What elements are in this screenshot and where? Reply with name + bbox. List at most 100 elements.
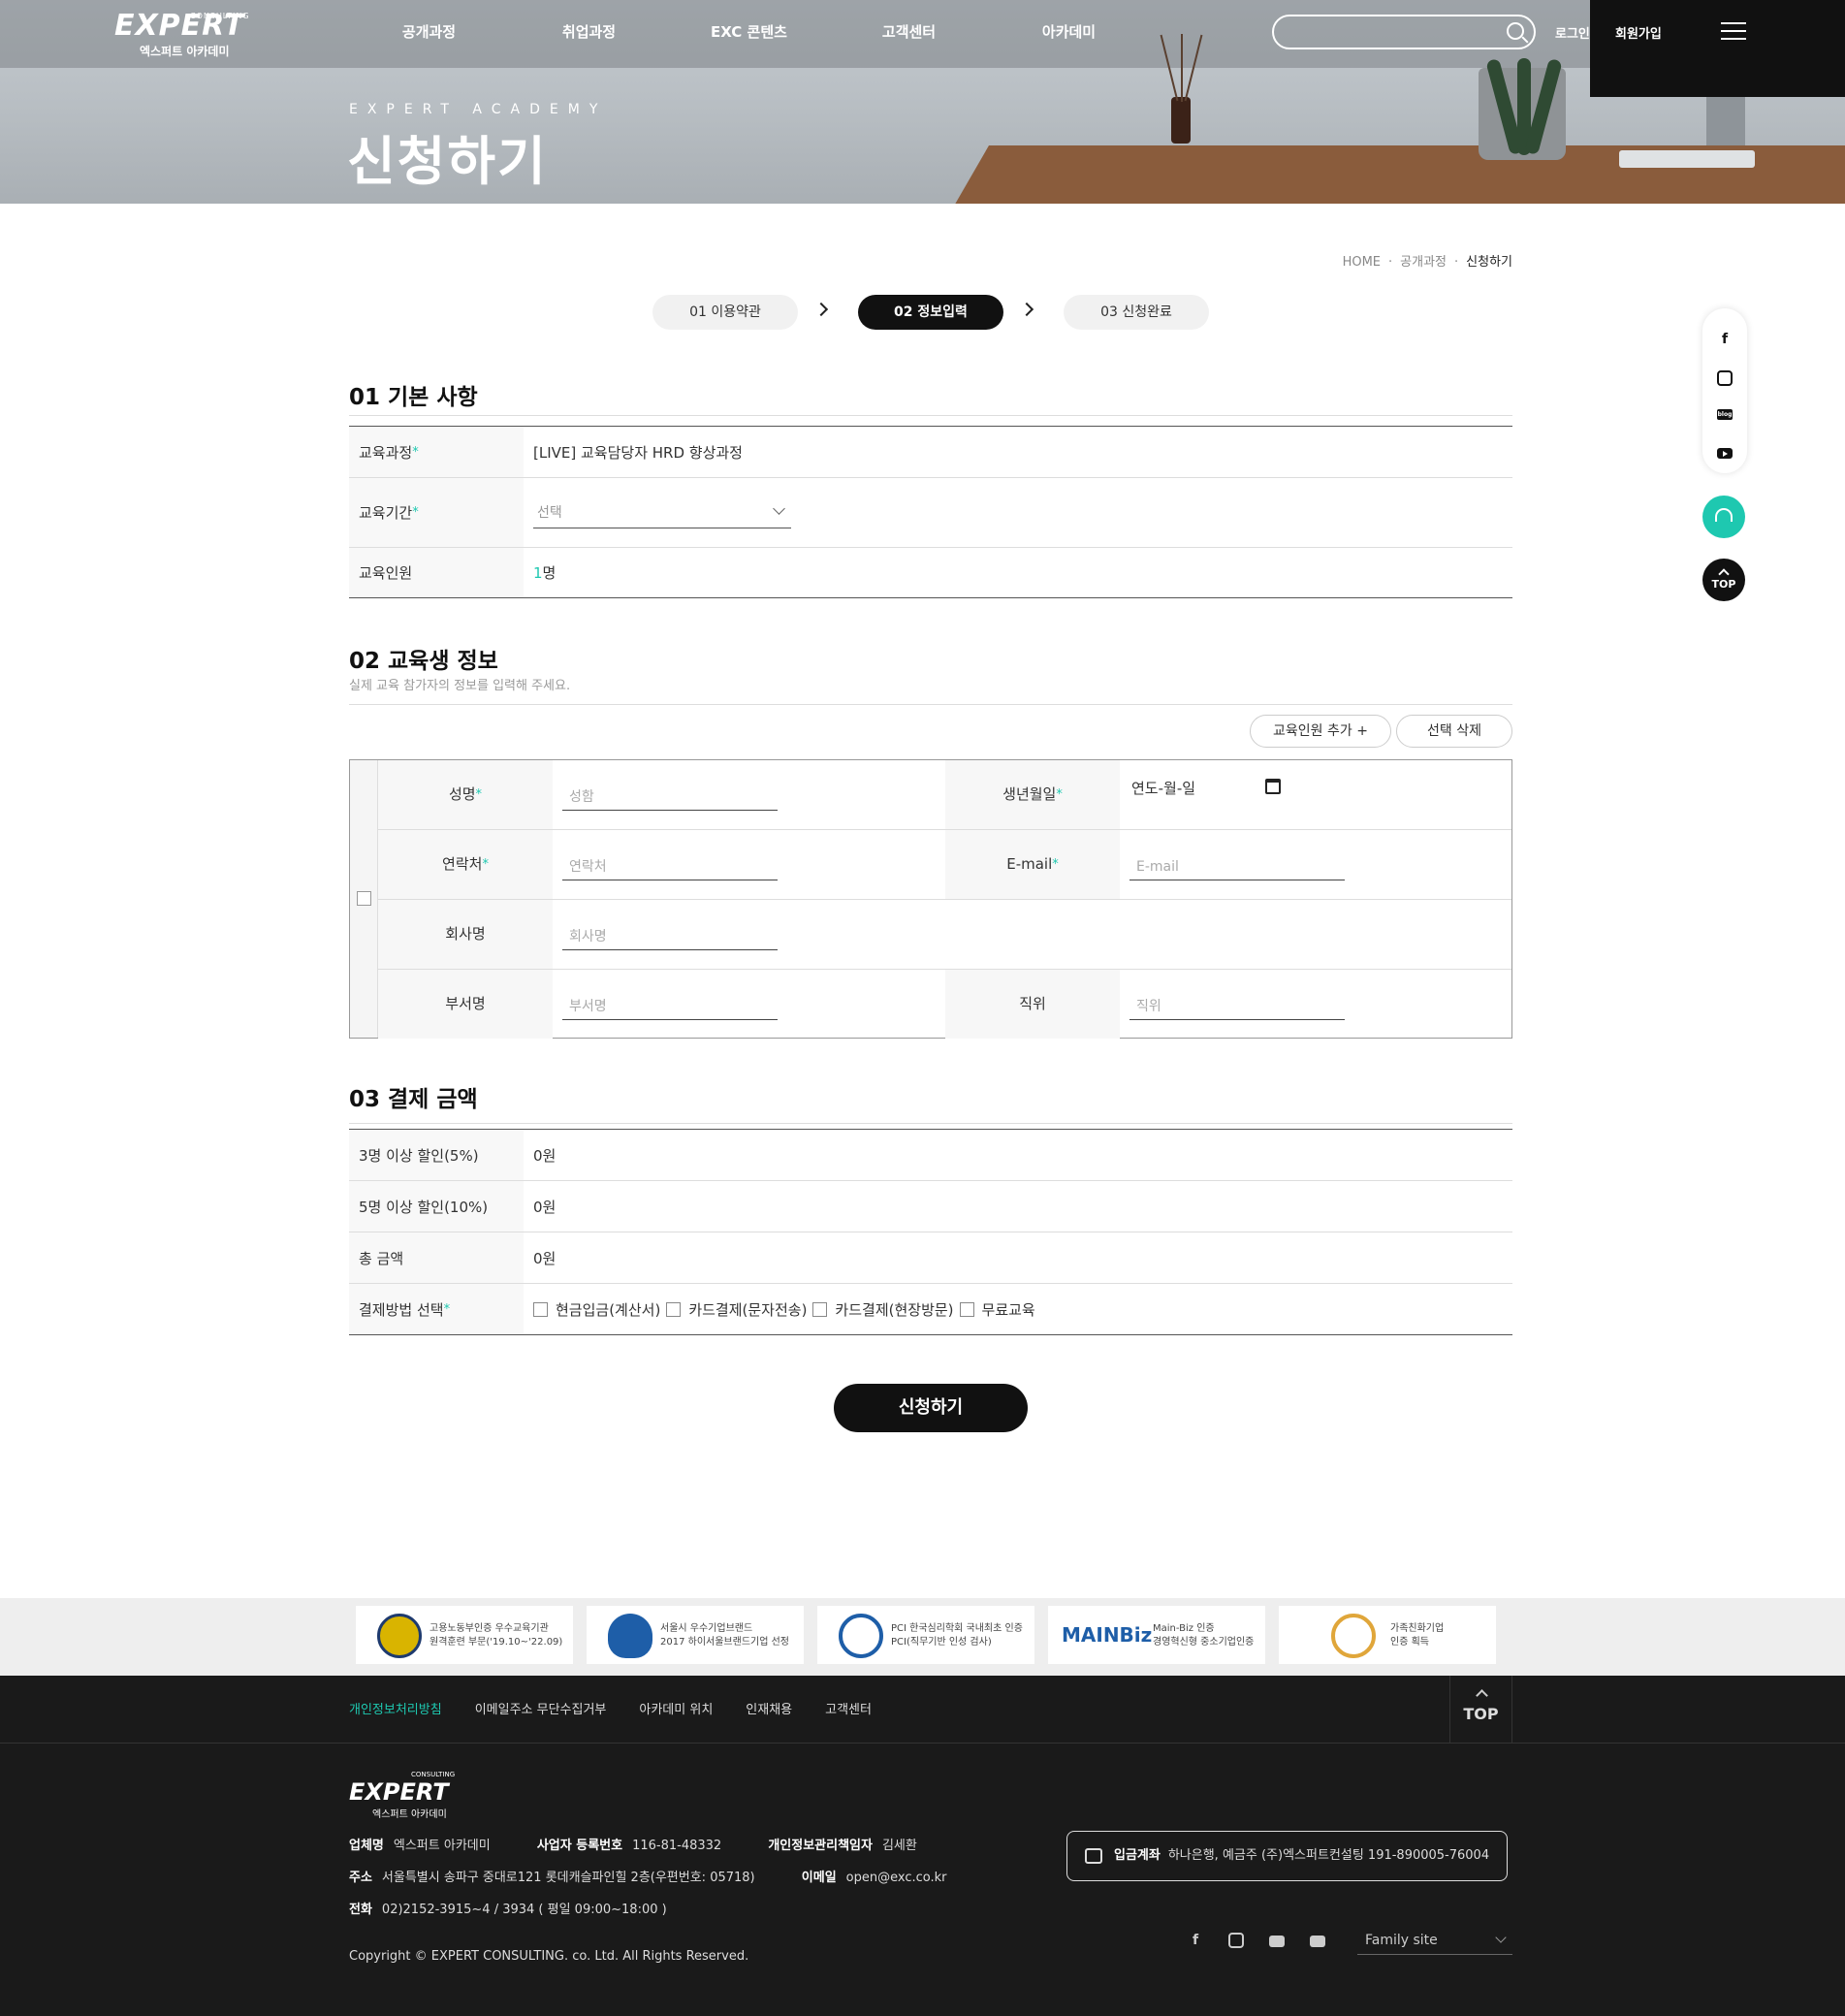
position-field[interactable]: 직위	[1129, 993, 1345, 1020]
payment-method-label: 결제방법 선택 *	[349, 1284, 524, 1334]
breadcrumb-public-course[interactable]: 공개과정	[1400, 255, 1447, 270]
table-row: 교육인원 1명	[349, 548, 1512, 598]
family-site-select[interactable]: Family site	[1357, 1926, 1512, 1955]
family-friendly-icon	[1331, 1614, 1376, 1658]
footer-top-button[interactable]: TOP	[1449, 1676, 1512, 1743]
name-field[interactable]: 성함	[562, 784, 778, 811]
nav-item-customer-center[interactable]: 고객센터	[829, 21, 989, 42]
nav-item-academy[interactable]: 아카데미	[989, 21, 1149, 42]
cert-text: 가족친화기업 인증 획득	[1390, 1623, 1445, 1648]
payment-table: 3명 이상 할인(5%) 0원 5명 이상 할인(10%) 0원 총 금액 0원…	[349, 1130, 1512, 1335]
table-row: 5명 이상 할인(10%) 0원	[349, 1181, 1512, 1232]
period-select[interactable]: 선택	[533, 496, 791, 528]
address-line: 주소 서울특별시 송파구 중대로121 롯데캐슬파인힐 2층(우편번호: 0571…	[349, 1871, 947, 1885]
nav-item-job-course[interactable]: 취업과정	[509, 21, 669, 42]
monitor-image	[1590, 0, 1845, 97]
footer-link-email-refuse[interactable]: 이메일주소 무단수집거부	[475, 1699, 607, 1717]
mainbiz-logo: MAINBiz	[1062, 1623, 1153, 1647]
checkbox-free[interactable]	[959, 1301, 974, 1317]
total-value: 0원	[533, 1249, 557, 1267]
instagram-icon[interactable]	[1717, 370, 1733, 386]
monitor-stand	[1706, 97, 1745, 145]
calendar-icon[interactable]	[1265, 779, 1281, 794]
period-label: 교육기간 *	[349, 478, 524, 547]
position-label: 직위	[945, 970, 1120, 1039]
quick-menu: f blog	[1702, 308, 1747, 473]
site-logo[interactable]: CONSULTING EXPERT 엑스퍼트 아카데미	[114, 12, 260, 62]
table-row: 회사명 회사명	[378, 900, 1511, 970]
cert-item: 고용노동부인증 우수교육기관 원격훈련 부문('19.10~'22.09)	[356, 1606, 573, 1664]
section-title-payment: 03 결제 금액	[349, 1087, 478, 1112]
email-field[interactable]: E-mail	[1129, 853, 1345, 880]
nav-item-public-course[interactable]: 공개과정	[349, 21, 509, 42]
menu-icon[interactable]	[1721, 22, 1746, 40]
option-card-sms[interactable]: 카드결제(문자전송)	[688, 1299, 807, 1320]
company-info-line: 업체명 엑스퍼트 아카데미 사업자 등록번호 116-81-48332 개인정보관리…	[349, 1839, 917, 1853]
checkbox-card-onsite[interactable]	[812, 1301, 828, 1317]
divider	[349, 1123, 1512, 1124]
page-title: 신청하기	[347, 131, 548, 192]
chevron-down-icon	[1495, 1932, 1507, 1943]
blog-icon[interactable]: blog	[1717, 409, 1733, 420]
breadcrumb-home[interactable]: HOME	[1343, 255, 1381, 270]
option-card-onsite[interactable]: 카드결제(현장방문)	[835, 1299, 953, 1320]
breadcrumb: HOME · 공개과정 · 신청하기	[1342, 255, 1512, 270]
dept-field[interactable]: 부서명	[562, 993, 778, 1020]
total-label: 총 금액	[349, 1232, 524, 1283]
pci-badge-icon	[839, 1614, 883, 1658]
option-free[interactable]: 무료교육	[982, 1299, 1035, 1320]
cert-text: 서울시 우수기업브랜드 2017 하이서울브랜드기업 선정	[660, 1623, 790, 1648]
headset-icon[interactable]	[1702, 496, 1745, 538]
company-field[interactable]: 회사명	[562, 923, 778, 950]
add-student-button[interactable]: 교육인원 추가 +	[1250, 715, 1391, 748]
search-input[interactable]	[1272, 15, 1536, 49]
join-link[interactable]: 회원가입	[1615, 23, 1662, 42]
footer-link-privacy[interactable]: 개인정보처리방침	[349, 1699, 442, 1717]
footer-link-customer-center[interactable]: 고객센터	[825, 1699, 872, 1717]
main-nav: 공개과정 취업과정 EXC 콘텐츠 고객센터 아카데미	[349, 21, 1149, 42]
footer-logo: CONSULTING EXPERT 엑스퍼트 아카데미	[349, 1771, 456, 1820]
section-title-student: 02 교육생 정보	[349, 649, 498, 674]
submit-button[interactable]: 신청하기	[834, 1384, 1028, 1432]
breadcrumb-current: 신청하기	[1466, 255, 1512, 270]
email-label: E-mail*	[945, 830, 1120, 899]
facebook-icon[interactable]: f	[1717, 332, 1733, 347]
phone-field[interactable]: 연락처	[562, 853, 778, 880]
hero-banner: CONSULTING EXPERT 엑스퍼트 아카데미 공개과정 취업과정 EX…	[0, 0, 1845, 204]
scroll-top-button[interactable]: TOP	[1702, 559, 1745, 601]
nav-item-exc-content[interactable]: EXC 콘텐츠	[669, 21, 829, 42]
cert-text: PCI 한국심리학회 국내최초 인증 PCI(직무기반 인성 검사)	[891, 1623, 1023, 1648]
name-label: 성명*	[378, 760, 553, 829]
cert-text: 고용노동부인증 우수교육기관 원격훈련 부문('19.10~'22.09)	[429, 1623, 563, 1648]
step-complete: 03 신청완료	[1064, 295, 1209, 330]
youtube-icon[interactable]	[1310, 1936, 1325, 1947]
divider	[349, 415, 1512, 416]
checkbox-card-sms[interactable]	[666, 1301, 682, 1317]
checkbox-cash[interactable]	[533, 1301, 548, 1317]
dept-label: 부서명	[378, 970, 553, 1039]
section-title-basic: 01 기본 사항	[349, 385, 478, 410]
student-checkbox[interactable]	[357, 891, 371, 906]
option-cash[interactable]: 현금입금(계산서)	[556, 1299, 660, 1320]
footer-link-location[interactable]: 아카데미 위치	[639, 1699, 713, 1717]
chevron-right-icon	[813, 302, 829, 317]
chevron-down-icon	[773, 502, 785, 515]
chevron-right-icon	[1019, 302, 1034, 317]
youtube-icon[interactable]	[1717, 448, 1733, 459]
footer-link-recruit[interactable]: 인재채용	[746, 1699, 792, 1717]
search-icon[interactable]	[1507, 22, 1524, 40]
table-row: 교육과정 * [LIVE] 교육담당자 HRD 향상과정	[349, 427, 1512, 478]
keyboard-image	[1619, 150, 1755, 168]
payment-method-options: 현금입금(계산서) 카드결제(문자전송) 카드결제(현장방문) 무료교육	[524, 1299, 1512, 1320]
table-row: 결제방법 선택 * 현금입금(계산서) 카드결제(문자전송) 카드결제(현장방문)…	[349, 1284, 1512, 1335]
divider	[0, 1743, 1845, 1744]
bank-account-box: 입금계좌 하나은행, 예금주 (주)엑스퍼트컨설팅 191-890005-7600…	[1066, 1831, 1508, 1881]
headcount-label: 교육인원	[349, 548, 524, 597]
delete-selected-button[interactable]: 선택 삭제	[1396, 715, 1512, 748]
login-link[interactable]: 로그인	[1555, 23, 1590, 42]
instagram-icon[interactable]	[1228, 1933, 1244, 1948]
blog-icon[interactable]	[1269, 1936, 1285, 1947]
birth-date-field[interactable]: 연도-월-일	[1131, 778, 1195, 798]
cert-item: 서울시 우수기업브랜드 2017 하이서울브랜드기업 선정	[587, 1606, 804, 1664]
facebook-icon[interactable]: f	[1188, 1933, 1203, 1948]
